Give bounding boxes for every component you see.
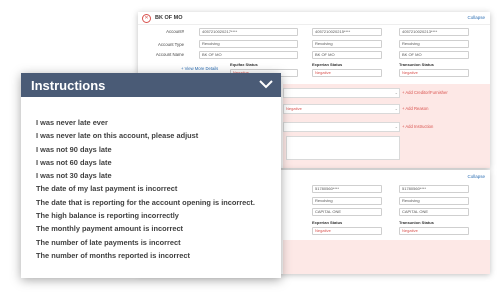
transunion-status-label: Transunion Status (399, 220, 434, 225)
add-instruction-link[interactable]: + Add Instruction (402, 124, 433, 129)
instruction-option[interactable]: The date that is reporting for the accou… (36, 196, 255, 209)
instruction-option[interactable]: The monthly payment amount is incorrect (36, 222, 255, 235)
account-number-field-3[interactable]: 4057210020213**** (399, 28, 469, 36)
account-number-field-1[interactable]: 4057210020217**** (199, 28, 298, 36)
account-name-field-2[interactable]: BK OF MO (312, 51, 382, 59)
account-type-field-b2[interactable]: Revolving (312, 197, 382, 205)
instruction-option[interactable]: I was not 30 days late (36, 169, 255, 182)
bank-name: BK OF MO (155, 15, 183, 21)
instruction-option[interactable]: The number of late payments is incorrect (36, 236, 255, 249)
account-name-field-1[interactable]: BK OF MO (199, 51, 298, 59)
instruction-option[interactable]: I was never late on this account, please… (36, 129, 255, 142)
notes-textarea[interactable] (286, 136, 400, 160)
account-number-field-2[interactable]: 4057210020215**** (312, 28, 382, 36)
instruction-option[interactable]: I was not 60 days late (36, 156, 255, 169)
transunion-status-select[interactable]: Negative (399, 227, 469, 235)
reason-value: Negative (286, 106, 302, 111)
remove-icon[interactable]: ✕ (142, 13, 151, 23)
furnisher-select[interactable]: ⌄ (283, 88, 400, 98)
add-reason-link[interactable]: + Add Reason (402, 106, 428, 111)
account-number-field-b3[interactable]: 51780560**** (399, 185, 469, 193)
transunion-status-label: Transunion Status (399, 62, 434, 67)
add-creditor-furnisher-link[interactable]: + Add Creditor/Furnisher (402, 90, 448, 95)
account-type-field-3[interactable]: Revolving (399, 40, 469, 48)
account-type-field-2[interactable]: Revolving (312, 40, 382, 48)
instruction-option[interactable]: The high balance is reporting incorrectl… (36, 209, 255, 222)
chevron-down-icon: ⌄ (394, 90, 398, 95)
equifax-status-label: Equifax Status (230, 62, 258, 67)
account-name-field-b2[interactable]: CAPITAL ONE (312, 208, 382, 216)
instructions-list: I was never late ever I was never late o… (36, 116, 255, 262)
instruction-option[interactable]: The number of months reported is incorre… (36, 249, 255, 262)
account-name-field-b3[interactable]: CAPITAL ONE (399, 208, 469, 216)
account-name-field-3[interactable]: BK OF MO (399, 51, 469, 59)
instruction-option[interactable]: The date of my last payment is incorrect (36, 182, 255, 195)
instruction-option[interactable]: I was never late ever (36, 116, 255, 129)
chevron-down-icon: ⌄ (394, 106, 398, 111)
instructions-dropdown: Instructions I was never late ever I was… (21, 73, 281, 278)
panel-header: ✕ BK OF MO Collapse (138, 12, 490, 25)
experian-status-label: Experian Status (312, 62, 343, 67)
instructions-title: Instructions (31, 77, 106, 93)
experian-status-select[interactable]: Negative (312, 69, 382, 77)
account-type-field-b3[interactable]: Revolving (399, 197, 469, 205)
chevron-down-icon: ⌄ (394, 124, 398, 129)
account-type-field-1[interactable]: Revolving (199, 40, 298, 48)
dispute-section (283, 240, 490, 274)
experian-status-select[interactable]: Negative (312, 227, 382, 235)
collapse-link[interactable]: Collapse (467, 174, 485, 179)
account-number-label: Account# (166, 29, 184, 34)
instruction-option[interactable]: I was not 90 days late (36, 143, 255, 156)
transunion-status-select[interactable]: Negative (399, 69, 469, 77)
account-number-field-b2[interactable]: 51780560**** (312, 185, 382, 193)
reason-select[interactable]: Negative ⌄ (283, 104, 400, 114)
instruction-select[interactable]: ⌄ (283, 122, 400, 132)
account-name-label: Account Name (155, 52, 184, 57)
account-type-label: Account Type (158, 42, 184, 47)
experian-status-label: Experian Status (312, 220, 343, 225)
instructions-header[interactable]: Instructions (21, 73, 281, 97)
chevron-down-icon[interactable] (259, 77, 273, 94)
collapse-link[interactable]: Collapse (467, 15, 485, 20)
view-more-details-link[interactable]: + View More Details (181, 66, 218, 71)
